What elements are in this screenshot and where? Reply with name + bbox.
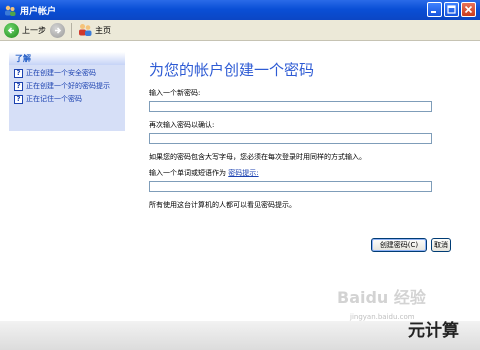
navigation-toolbar: 上一步 主页 — [0, 20, 480, 41]
close-button[interactable] — [461, 2, 476, 17]
new-password-label: 输入一个新密码: — [149, 89, 201, 97]
back-button[interactable]: 上一步 — [4, 22, 46, 38]
back-label: 上一步 — [22, 25, 46, 35]
close-icon — [464, 5, 473, 14]
learn-about-panel: 了解 ? 正在创建一个安全密码 ? 正在创建一个好的密码提示 ? 正在记住一个密… — [8, 51, 126, 131]
maximize-button[interactable] — [444, 2, 459, 17]
maximize-icon — [447, 5, 456, 14]
help-icon: ? — [14, 82, 23, 91]
password-hint-input[interactable] — [149, 181, 432, 192]
learn-about-header: 了解 — [9, 52, 125, 65]
forward-button[interactable] — [50, 22, 65, 38]
help-icon: ? — [14, 95, 23, 104]
minimize-button[interactable] — [427, 2, 442, 17]
back-arrow-icon — [4, 22, 19, 38]
sidebar-link-password-hint[interactable]: ? 正在创建一个好的密码提示 — [14, 82, 121, 91]
action-buttons: 创建密码(C) 取消 — [371, 238, 451, 252]
home-label: 主页 — [95, 25, 111, 35]
confirm-password-input[interactable] — [149, 133, 432, 144]
sidebar-link-secure-password[interactable]: ? 正在创建一个安全密码 — [14, 69, 121, 78]
minimize-icon — [431, 11, 436, 13]
learn-about-list: ? 正在创建一个安全密码 ? 正在创建一个好的密码提示 ? 正在记住一个密码 — [9, 65, 125, 131]
password-hint-label: 输入一个单词或短语作为 密码提示: — [149, 168, 449, 178]
hint-prefix-text: 输入一个单词或短语作为 — [149, 169, 226, 177]
help-icon: ? — [14, 69, 23, 78]
create-password-button[interactable]: 创建密码(C) — [371, 238, 427, 252]
case-sensitivity-note: 如果您的密码包含大写字母，您必须在每次登录时用同样的方式输入。 — [149, 153, 366, 161]
page-title: 为您的帐户创建一个密码 — [149, 61, 315, 79]
main-panel: 了解 ? 正在创建一个安全密码 ? 正在创建一个好的密码提示 ? 正在记住一个密… — [0, 41, 480, 321]
toolbar-divider — [71, 22, 72, 38]
user-accounts-icon — [4, 5, 16, 16]
hint-visibility-note: 所有使用这台计算机的人都可以看见密码提示。 — [149, 201, 296, 209]
home-users-icon — [78, 23, 92, 38]
baidu-watermark-url: jingyan.baidu.com — [350, 313, 415, 321]
password-hint-link[interactable]: 密码提示: — [228, 169, 258, 177]
sidebar-link-label: 正在创建一个安全密码 — [26, 69, 96, 77]
cancel-button[interactable]: 取消 — [431, 238, 451, 252]
home-button[interactable]: 主页 — [78, 23, 111, 38]
baidu-watermark: Baidu 经验 — [337, 288, 426, 307]
forward-arrow-icon — [50, 22, 65, 38]
corner-brand-logo: 元计算 — [408, 321, 459, 341]
password-form: 为您的帐户创建一个密码 输入一个新密码: 再次输入密码以确认: 如果您的密码包含… — [149, 59, 449, 216]
window-title: 用户帐户 — [20, 6, 57, 17]
sidebar-link-remember-password[interactable]: ? 正在记住一个密码 — [14, 95, 121, 104]
title-bar: 用户帐户 — [0, 0, 480, 20]
confirm-password-label: 再次输入密码以确认: — [149, 121, 215, 129]
sidebar-link-label: 正在创建一个好的密码提示 — [26, 82, 110, 90]
sidebar-link-label: 正在记住一个密码 — [26, 95, 82, 103]
new-password-input[interactable] — [149, 101, 432, 112]
